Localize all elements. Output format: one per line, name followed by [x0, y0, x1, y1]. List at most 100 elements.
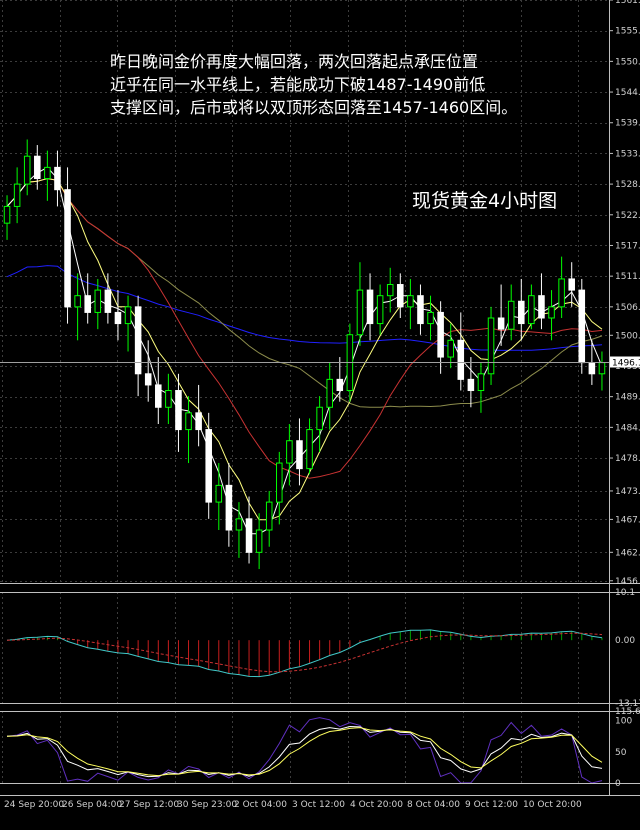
- candle-body: [124, 306, 132, 325]
- y-tick-label: 1539.0: [615, 119, 640, 129]
- x-tick-label: 26 Sep 04:00: [62, 800, 122, 810]
- y-tick-label: 1467.9: [615, 515, 640, 525]
- y-tick-label: 1489.9: [615, 393, 640, 403]
- stochastic-panel: [6, 717, 603, 784]
- y-tick-label: 1555.5: [615, 27, 640, 37]
- candle-body: [195, 412, 202, 431]
- macd-tick-label: 0.00: [615, 636, 635, 646]
- stoch-tick-label: 100: [615, 717, 632, 727]
- candle-body: [437, 311, 444, 358]
- candle-body: [467, 378, 475, 392]
- candle-body: [74, 295, 81, 308]
- y-tick-label: 1478.9: [615, 454, 640, 464]
- axis-labels: 1561.0 1555.5 1550.0 1544.5 1539.0 1533.5 1528…: [4, 0, 640, 810]
- y-tick-label: 1528.0: [615, 180, 640, 190]
- candle-body: [235, 518, 243, 531]
- analysis-note-line: 昨日晚间金价再度大幅回落，两次回落起点承压位置: [110, 52, 479, 71]
- analysis-note-line: 近乎在同一水平线上，若能成功下破1487-1490前低: [110, 75, 486, 94]
- candle-body: [144, 373, 152, 386]
- x-tick-label: 2 Oct 04:00: [234, 800, 287, 810]
- candle-body: [487, 317, 495, 375]
- candle-body: [588, 362, 596, 375]
- candle-body: [386, 284, 394, 297]
- candle-body: [114, 311, 122, 325]
- candle-body: [84, 295, 91, 313]
- candle-body: [175, 390, 182, 431]
- stoch-tick-label: 115.62: [615, 707, 640, 717]
- y-tick-label: 1506.0: [615, 303, 640, 313]
- y-tick-label: 1473.0: [615, 487, 640, 497]
- candle-body: [507, 300, 515, 330]
- candle-body: [165, 390, 172, 408]
- candle-body: [94, 289, 102, 313]
- candle-body: [326, 378, 333, 408]
- y-tick-label: 1462.0: [615, 548, 640, 558]
- x-tick-label: 3 Oct 12:00: [292, 800, 345, 810]
- candle-body: [265, 501, 273, 531]
- y-tick-label: 1500.9: [615, 331, 640, 341]
- x-tick-label: 27 Sep 12:00: [119, 800, 179, 810]
- candle-body: [155, 384, 162, 408]
- candle-body: [336, 378, 344, 392]
- y-tick-label: 1533.5: [615, 149, 640, 159]
- x-tick-label: 24 Sep 20:00: [4, 800, 64, 810]
- current-price-label: 1496.1: [612, 359, 640, 369]
- y-tick-label: 1544.5: [615, 88, 640, 98]
- candle-body: [457, 339, 465, 380]
- candle-body: [104, 289, 112, 313]
- y-tick-label: 1517.0: [615, 241, 640, 251]
- candle-body: [245, 518, 253, 553]
- candle-body: [397, 284, 404, 308]
- macd-signal-line: [6, 632, 603, 673]
- stoch-k-line: [6, 725, 603, 778]
- candle-body: [225, 484, 233, 531]
- candle-body: [316, 406, 323, 431]
- y-tick-label: 1456.9: [615, 577, 640, 587]
- candle-body: [568, 278, 575, 291]
- stoch-tick-label: 0: [615, 779, 621, 789]
- y-tick-label: 1484.4: [615, 423, 640, 433]
- y-tick-label: 1561.0: [615, 0, 640, 6]
- ma-yellow-line: [6, 177, 603, 521]
- moving-average-lines: [6, 166, 603, 535]
- candle-body: [598, 362, 606, 375]
- macd-tick-label: 10.1: [615, 588, 635, 598]
- candle-body: [296, 440, 303, 470]
- candle-body: [558, 278, 565, 308]
- candle-body: [255, 529, 263, 553]
- candle-body: [538, 295, 545, 319]
- stoch-tick-label: 50: [615, 748, 627, 758]
- candle-body: [407, 295, 414, 308]
- x-tick-label: 30 Sep 23:00: [177, 800, 237, 810]
- candle-body: [356, 289, 364, 336]
- y-tick-label: 1511.5: [615, 272, 640, 282]
- candle-body: [205, 429, 212, 503]
- candle-body: [44, 166, 51, 180]
- y-tick-label: 1550.0: [615, 57, 640, 67]
- candle-body: [215, 484, 223, 503]
- candle-body: [3, 205, 11, 224]
- candle-body: [366, 289, 374, 325]
- candle-body: [306, 429, 313, 470]
- candle-body: [518, 300, 525, 325]
- macd-panel: [6, 629, 603, 678]
- candle-body: [477, 373, 485, 392]
- candle-body: [497, 317, 505, 330]
- candle-body: [376, 295, 384, 325]
- candle-body: [134, 306, 142, 375]
- x-tick-label: 10 Oct 20:00: [523, 800, 582, 810]
- gold-4h-chart[interactable]: 1561.0 1555.5 1550.0 1544.5 1539.0 1533.5 1528…: [0, 0, 640, 830]
- chart-title: 现货黄金4小时图: [412, 190, 558, 212]
- candle-body: [64, 189, 71, 308]
- candle-body: [286, 440, 293, 464]
- candle-body: [578, 289, 586, 364]
- candle-body: [13, 183, 21, 207]
- candle-body: [54, 166, 61, 191]
- candle-body: [528, 295, 535, 325]
- analysis-note: 昨日晚间金价再度大幅回落，两次回落起点承压位置 近乎在同一水平线上，若能成功下破…: [110, 50, 580, 119]
- stoch-j-line: [6, 717, 603, 784]
- candle-body: [23, 155, 31, 185]
- y-tick-label: 1522.5: [615, 211, 640, 221]
- candle-body: [548, 306, 555, 319]
- candle-body: [34, 155, 41, 180]
